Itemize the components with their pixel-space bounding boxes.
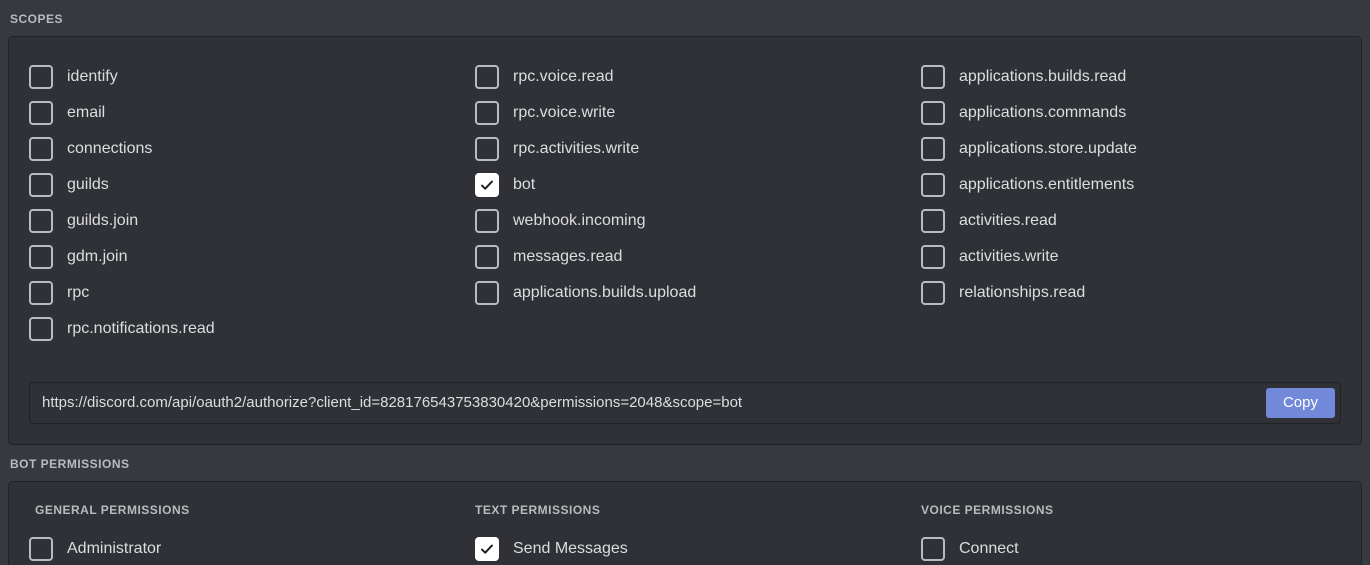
checkbox-unchecked-icon[interactable] xyxy=(921,537,945,561)
checkbox-unchecked-icon[interactable] xyxy=(475,101,499,125)
voice-permissions-title: VOICE PERMISSIONS xyxy=(921,503,1054,517)
voice-permissions-column: VOICE PERMISSIONS Connect xyxy=(921,502,1341,565)
checkbox-row[interactable]: webhook.incoming xyxy=(475,203,921,239)
checkbox-row[interactable]: bot xyxy=(475,167,921,203)
checkbox-row[interactable]: applications.store.update xyxy=(921,131,1341,167)
checkbox-label[interactable]: email xyxy=(67,103,105,123)
checkbox-label[interactable]: bot xyxy=(513,175,535,195)
checkbox-label[interactable]: applications.store.update xyxy=(959,139,1137,159)
checkbox-row[interactable]: rpc.voice.read xyxy=(475,59,921,95)
checkbox-row[interactable]: connections xyxy=(29,131,475,167)
checkbox-label[interactable]: Send Messages xyxy=(513,539,628,559)
checkbox-unchecked-icon[interactable] xyxy=(29,209,53,233)
checkbox-row[interactable]: gdm.join xyxy=(29,239,475,275)
scopes-column-1: identify email connections guilds guilds.joi… xyxy=(29,59,475,347)
copy-button[interactable]: Copy xyxy=(1265,388,1335,418)
bot-permissions-grid: GENERAL PERMISSIONS Administrator TEXT P… xyxy=(29,502,1341,565)
scopes-column-3: applications.builds.read applications.com… xyxy=(921,59,1341,347)
checkbox-unchecked-icon[interactable] xyxy=(29,317,53,341)
general-permissions-column: GENERAL PERMISSIONS Administrator xyxy=(29,502,475,565)
checkbox-unchecked-icon[interactable] xyxy=(29,281,53,305)
checkbox-label[interactable]: Connect xyxy=(959,539,1019,559)
checkbox-unchecked-icon[interactable] xyxy=(29,173,53,197)
general-permissions-list: Administrator xyxy=(29,531,475,565)
checkbox-row[interactable]: rpc.voice.write xyxy=(475,95,921,131)
bot-permissions-panel: GENERAL PERMISSIONS Administrator TEXT P… xyxy=(8,481,1362,565)
checkbox-row[interactable]: identify xyxy=(29,59,475,95)
checkbox-row[interactable]: messages.read xyxy=(475,239,921,275)
oauth2-scopes-page: SCOPES identify email connections guilds gui… xyxy=(0,0,1370,565)
checkbox-unchecked-icon[interactable] xyxy=(475,209,499,233)
checkbox-row[interactable]: activities.read xyxy=(921,203,1341,239)
checkbox-label[interactable]: rpc.voice.read xyxy=(513,67,614,87)
checkbox-unchecked-icon[interactable] xyxy=(475,137,499,161)
checkbox-label[interactable]: applications.commands xyxy=(959,103,1126,123)
checkbox-row[interactable]: rpc xyxy=(29,275,475,311)
checkbox-unchecked-icon[interactable] xyxy=(29,65,53,89)
text-permissions-column: TEXT PERMISSIONS Send Messages xyxy=(475,502,921,565)
checkbox-row[interactable]: applications.entitlements xyxy=(921,167,1341,203)
checkbox-label[interactable]: applications.entitlements xyxy=(959,175,1134,195)
checkbox-row[interactable]: guilds.join xyxy=(29,203,475,239)
checkbox-checked-icon[interactable] xyxy=(475,537,499,561)
checkbox-row[interactable]: applications.commands xyxy=(921,95,1341,131)
checkbox-label[interactable]: connections xyxy=(67,139,152,159)
scopes-panel: identify email connections guilds guilds.joi… xyxy=(8,36,1362,445)
checkbox-unchecked-icon[interactable] xyxy=(475,65,499,89)
checkbox-unchecked-icon[interactable] xyxy=(475,281,499,305)
checkbox-unchecked-icon[interactable] xyxy=(29,245,53,269)
checkbox-row[interactable]: applications.builds.upload xyxy=(475,275,921,311)
checkbox-row[interactable]: relationships.read xyxy=(921,275,1341,311)
checkbox-row[interactable]: guilds xyxy=(29,167,475,203)
checkbox-unchecked-icon[interactable] xyxy=(29,137,53,161)
oauth-url-row[interactable]: Copy xyxy=(29,382,1341,424)
checkbox-unchecked-icon[interactable] xyxy=(29,537,53,561)
scopes-column-2: rpc.voice.read rpc.voice.write rpc.activit… xyxy=(475,59,921,347)
scopes-section-title: SCOPES xyxy=(10,12,64,26)
checkbox-label[interactable]: rpc.voice.write xyxy=(513,103,615,123)
checkbox-label[interactable]: rpc.notifications.read xyxy=(67,319,215,339)
checkbox-unchecked-icon[interactable] xyxy=(921,65,945,89)
checkbox-unchecked-icon[interactable] xyxy=(921,245,945,269)
checkbox-label[interactable]: webhook.incoming xyxy=(513,211,646,231)
checkbox-unchecked-icon[interactable] xyxy=(921,101,945,125)
bot-permissions-section-title: BOT PERMISSIONS xyxy=(10,457,130,471)
scopes-grid: identify email connections guilds guilds.joi… xyxy=(29,59,1341,347)
checkbox-label[interactable]: activities.read xyxy=(959,211,1057,231)
checkbox-label[interactable]: identify xyxy=(67,67,118,87)
checkbox-row[interactable]: applications.builds.read xyxy=(921,59,1341,95)
checkbox-label[interactable]: relationships.read xyxy=(959,283,1085,303)
checkbox-unchecked-icon[interactable] xyxy=(921,173,945,197)
checkbox-label[interactable]: rpc xyxy=(67,283,89,303)
checkbox-label[interactable]: Administrator xyxy=(67,539,161,559)
general-permissions-title: GENERAL PERMISSIONS xyxy=(35,503,190,517)
checkbox-label[interactable]: activities.write xyxy=(959,247,1059,267)
checkbox-row[interactable]: rpc.notifications.read xyxy=(29,311,475,347)
checkbox-label[interactable]: applications.builds.upload xyxy=(513,283,696,303)
checkbox-row[interactable]: Administrator xyxy=(29,531,475,565)
checkbox-row[interactable]: Connect xyxy=(921,531,1341,565)
checkbox-unchecked-icon[interactable] xyxy=(475,245,499,269)
checkbox-row[interactable]: rpc.activities.write xyxy=(475,131,921,167)
checkbox-unchecked-icon[interactable] xyxy=(921,209,945,233)
checkbox-label[interactable]: rpc.activities.write xyxy=(513,139,639,159)
checkbox-row[interactable]: email xyxy=(29,95,475,131)
checkbox-checked-icon[interactable] xyxy=(475,173,499,197)
text-permissions-title: TEXT PERMISSIONS xyxy=(475,503,601,517)
voice-permissions-list: Connect xyxy=(921,531,1341,565)
checkbox-label[interactable]: guilds.join xyxy=(67,211,138,231)
checkbox-row[interactable]: Send Messages xyxy=(475,531,921,565)
checkbox-label[interactable]: guilds xyxy=(67,175,109,195)
checkbox-row[interactable]: activities.write xyxy=(921,239,1341,275)
checkbox-unchecked-icon[interactable] xyxy=(921,137,945,161)
checkbox-label[interactable]: gdm.join xyxy=(67,247,127,267)
checkbox-label[interactable]: messages.read xyxy=(513,247,622,267)
checkbox-unchecked-icon[interactable] xyxy=(921,281,945,305)
oauth-url-input[interactable] xyxy=(30,393,1266,413)
text-permissions-list: Send Messages xyxy=(475,531,921,565)
checkbox-unchecked-icon[interactable] xyxy=(29,101,53,125)
checkbox-label[interactable]: applications.builds.read xyxy=(959,67,1126,87)
